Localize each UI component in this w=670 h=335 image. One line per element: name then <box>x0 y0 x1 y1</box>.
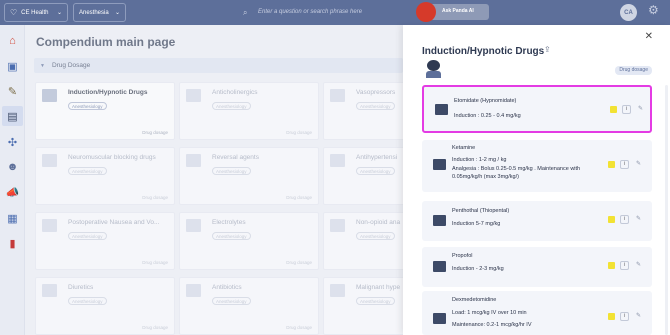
drug-detail-panel: ✕ Induction/Hypnotic Drugs ⇪ Drug dosage… <box>403 25 670 335</box>
drug-name: Etomidate (Hypnomidate) <box>454 98 517 104</box>
drug-dose: Induction : 0.25 - 0.4 mg/kg <box>454 113 521 119</box>
info-button[interactable]: i <box>620 215 629 224</box>
department-label: Anesthesia <box>79 9 109 16</box>
drug-icon <box>433 261 446 272</box>
calendar-icon[interactable]: ▦ <box>2 208 23 228</box>
drug-icon <box>433 159 446 170</box>
close-icon[interactable]: ✕ <box>645 31 653 42</box>
drug-dose: Induction 5-7 mg/kg <box>452 221 501 227</box>
drug-dose: Induction - 2-3 mg/kg <box>452 266 504 272</box>
panda-mascot-icon <box>416 2 436 22</box>
color-marker <box>608 161 615 168</box>
chevron-down-icon: ⌄ <box>56 10 62 16</box>
sidebar: ⌂ ▣ ✎ ▤ ✣ ☻ 📣 ▦ ▮ <box>0 25 25 335</box>
drug-name: Penthothal (Thiopental) <box>452 208 510 214</box>
drug-name: Ketamine <box>452 145 476 151</box>
info-button[interactable]: i <box>622 105 631 114</box>
department-selector[interactable]: Anesthesia ⌄ <box>73 3 126 22</box>
megaphone-icon[interactable]: 📣 <box>2 182 23 202</box>
share-icon[interactable]: ⇪ <box>544 45 551 54</box>
pencil-icon[interactable]: ✎ <box>634 160 643 169</box>
drug-name: Propofol <box>452 253 473 259</box>
info-button[interactable]: i <box>620 160 629 169</box>
drug-icon <box>433 313 446 324</box>
home-icon[interactable]: ⌂ <box>2 31 23 51</box>
info-button[interactable]: i <box>620 312 629 321</box>
brand-label: CE Health <box>21 9 49 16</box>
notes-icon[interactable]: ✎ <box>2 81 23 101</box>
color-marker <box>608 313 615 320</box>
network-icon[interactable]: ✣ <box>2 132 23 152</box>
panel-scrollbar[interactable] <box>665 85 668 335</box>
doctor-mascot-icon <box>426 60 441 78</box>
bookmark-icon[interactable]: ▮ <box>2 233 23 253</box>
drug-card-pentothal[interactable]: Penthothal (Thiopental) Induction 5-7 mg… <box>422 201 652 241</box>
color-marker <box>608 216 615 223</box>
drug-card-ketamine[interactable]: Ketamine Induction : 1-2 mg / kg Analges… <box>422 140 652 192</box>
color-marker <box>610 106 617 113</box>
ask-panda-label: Ask Panda AI <box>442 8 474 14</box>
drug-card-propofol[interactable]: Propofol Induction - 2-3 mg/kg i ✎ <box>422 247 652 287</box>
chevron-down-icon: ⌄ <box>114 10 120 16</box>
pencil-icon[interactable]: ✎ <box>634 312 643 321</box>
drug-icon <box>433 215 446 226</box>
top-bar: ♡ CE Health ⌄ Anesthesia ⌄ ⌕ Enter a que… <box>0 0 670 25</box>
drug-dosage-tag: Drug dosage <box>615 66 652 75</box>
drug-dose: Maintenance: 0.2-1 mcg/kg/hr IV <box>452 322 532 328</box>
pencil-icon[interactable]: ✎ <box>634 215 643 224</box>
search-icon: ⌕ <box>243 7 248 17</box>
drug-dose: Induction : 1-2 mg / kg <box>452 157 507 163</box>
pencil-icon[interactable]: ✎ <box>636 105 645 114</box>
heart-logo-icon: ♡ <box>10 8 18 17</box>
drug-icon <box>435 104 448 115</box>
info-button[interactable]: i <box>620 261 629 270</box>
ask-panda-button[interactable]: Ask Panda AI <box>416 2 489 22</box>
drug-dose: Load: 1 mcg/kg IV over 10 min <box>452 310 527 316</box>
search-input[interactable]: Enter a question or search phrase here <box>258 9 362 15</box>
drug-dose: Analgesia : Bolus 0.25-0.5 mg/kg . Maint… <box>452 166 581 180</box>
color-marker <box>608 262 615 269</box>
search-bar[interactable]: ⌕ Enter a question or search phrase here <box>243 4 416 20</box>
panel-title: Induction/Hypnotic Drugs <box>422 46 545 57</box>
drug-card-dexmedetomidine[interactable]: Dexmedetomidine Load: 1 mcg/kg IV over 1… <box>422 291 652 335</box>
compendium-icon[interactable]: ▤ <box>2 106 23 126</box>
pencil-icon[interactable]: ✎ <box>634 261 643 270</box>
people-icon[interactable]: ☻ <box>2 157 23 177</box>
book-icon[interactable]: ▣ <box>2 56 23 76</box>
drug-card-etomidate[interactable]: Etomidate (Hypnomidate) Induction : 0.25… <box>422 85 652 133</box>
gear-icon[interactable]: ⚙ <box>648 3 659 17</box>
dim-overlay[interactable] <box>25 25 403 335</box>
brand-selector[interactable]: ♡ CE Health ⌄ <box>4 3 68 22</box>
drug-name: Dexmedetomidine <box>452 297 497 303</box>
user-avatar[interactable]: CA <box>620 4 637 21</box>
